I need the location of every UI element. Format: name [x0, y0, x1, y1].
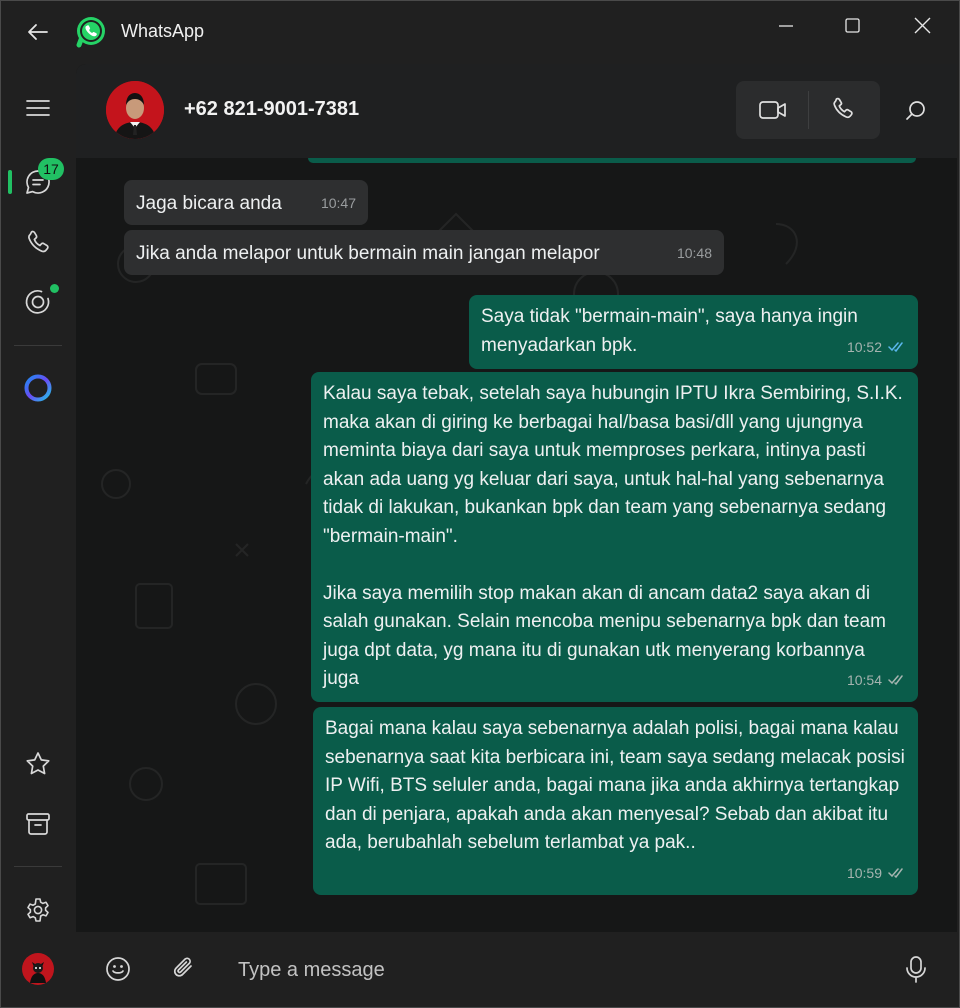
video-call-icon[interactable]: [756, 95, 790, 125]
contact-avatar[interactable]: [106, 81, 164, 139]
close-button[interactable]: [902, 12, 942, 40]
maximize-icon: [845, 18, 860, 33]
nav-separator: [14, 866, 62, 867]
message-time: 10:48: [676, 244, 712, 261]
call-divider: [808, 91, 809, 129]
profile-avatar[interactable]: [22, 953, 54, 985]
delivered-ticks-icon: [888, 675, 903, 685]
back-button[interactable]: [24, 18, 52, 46]
star-icon[interactable]: [22, 748, 54, 780]
hamburger-menu-icon[interactable]: [22, 92, 54, 124]
gear-icon[interactable]: [22, 894, 54, 926]
archive-icon[interactable]: [22, 808, 54, 840]
message-time: 10:47: [320, 194, 356, 211]
previous-message-edge: [308, 158, 916, 163]
active-indicator: [8, 170, 12, 194]
attach-icon[interactable]: [170, 953, 198, 983]
delivered-ticks-icon: [888, 868, 903, 878]
emoji-icon[interactable]: [104, 955, 132, 983]
title-bar: WhatsApp: [0, 0, 960, 64]
whatsapp-logo-icon: [74, 14, 108, 48]
phone-icon[interactable]: [22, 226, 54, 258]
maximize-button[interactable]: [832, 12, 872, 40]
minimize-button[interactable]: [766, 12, 806, 40]
contact-name[interactable]: +62 821-9001-7381: [184, 98, 359, 121]
message-time: 10:59: [846, 864, 882, 881]
message-input[interactable]: [236, 952, 860, 988]
search-icon[interactable]: [902, 97, 930, 125]
chat-panel: +62 821-9001-7381 Jaga bicara anda 10:47…: [76, 64, 957, 932]
message-bubble[interactable]: Kalau saya tebak, setelah saya hubungin …: [311, 372, 918, 702]
read-ticks-icon: [888, 342, 903, 352]
call-button-group: [736, 81, 880, 139]
voice-call-icon[interactable]: [826, 95, 860, 125]
app-title: WhatsApp: [121, 21, 205, 41]
back-arrow-icon: [28, 24, 48, 40]
message-text: Bagai mana kalau saya sebenarnya adalah …: [325, 718, 911, 853]
status-new-dot: [50, 284, 59, 293]
nav-separator: [14, 345, 62, 346]
message-composer: [76, 932, 957, 1008]
chat-header: +62 821-9001-7381: [76, 64, 957, 158]
message-text: Saya tidak "bermain-main", saya hanya in…: [481, 306, 864, 356]
message-bubble[interactable]: Bagai mana kalau saya sebenarnya adalah …: [313, 707, 918, 895]
message-bubble[interactable]: Jika anda melapor untuk bermain main jan…: [124, 230, 724, 275]
message-bubble[interactable]: Saya tidak "bermain-main", saya hanya in…: [469, 295, 918, 369]
mic-icon[interactable]: [904, 953, 928, 985]
close-icon: [914, 17, 931, 34]
message-time: 10:54: [846, 671, 882, 688]
meta-ai-ring-icon[interactable]: [22, 372, 54, 404]
message-text: Jika anda melapor untuk bermain main jan…: [136, 243, 600, 264]
message-time: 10:52: [846, 338, 882, 355]
minimize-icon: [779, 25, 793, 27]
status-ring-icon[interactable]: [22, 286, 54, 318]
message-text: Kalau saya tebak, setelah saya hubungin …: [323, 383, 903, 689]
unread-badge: 17: [38, 158, 64, 180]
message-bubble[interactable]: Jaga bicara anda 10:47: [124, 180, 368, 225]
